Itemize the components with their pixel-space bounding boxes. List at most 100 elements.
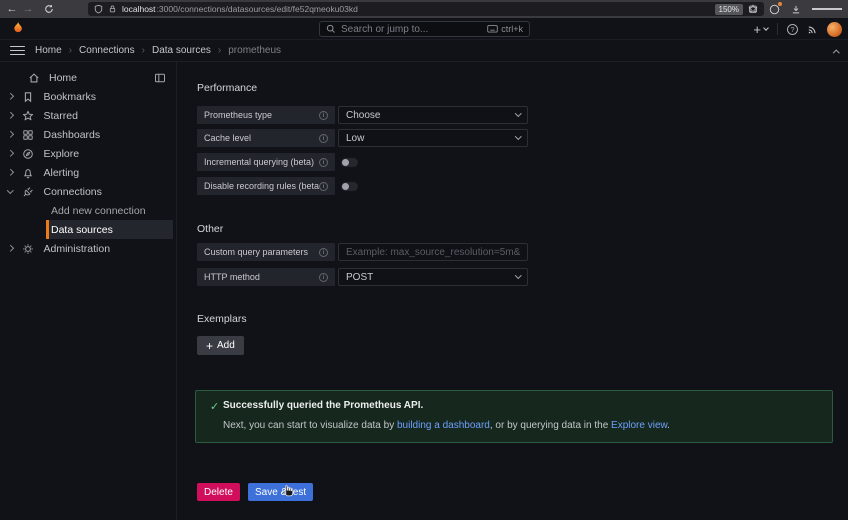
bell-icon: [22, 167, 35, 179]
disable-recording-rules-toggle[interactable]: [341, 182, 358, 191]
search-placeholder: Search or jump to...: [341, 24, 482, 35]
sidebar-item-explore[interactable]: Explore: [0, 144, 176, 163]
page-header: Home › Connections › Data sources › prom…: [0, 40, 848, 62]
alert-body: Next, you can start to visualize data by…: [223, 420, 670, 431]
save-and-test-button[interactable]: Save & test: [248, 483, 313, 501]
sidebar-item-data-sources[interactable]: Data sources: [0, 220, 176, 239]
extensions-icon[interactable]: [748, 4, 758, 14]
field-row-prometheus-type: Prometheus type i Choose: [197, 106, 528, 124]
chevron-down-icon: [515, 110, 521, 116]
custom-query-parameters-label: Custom query parameters i: [197, 243, 335, 261]
chevron-right-icon[interactable]: [7, 93, 13, 99]
info-icon[interactable]: i: [319, 182, 328, 191]
divider: [777, 23, 778, 35]
chevron-right-icon[interactable]: [7, 131, 13, 137]
cache-level-select[interactable]: Low: [338, 129, 528, 147]
browser-action-icons: [748, 0, 842, 18]
http-method-select[interactable]: POST: [338, 268, 528, 286]
topnav-right: + ?: [753, 18, 842, 40]
sidebar-item-home[interactable]: Home: [0, 68, 176, 87]
dock-sidebar-icon[interactable]: [154, 72, 166, 84]
building-a-dashboard-link[interactable]: building a dashboard: [397, 420, 490, 431]
incremental-querying-toggle[interactable]: [341, 158, 358, 167]
prometheus-type-label: Prometheus type i: [197, 106, 335, 124]
explore-view-link[interactable]: Explore view: [611, 420, 667, 431]
search-input[interactable]: Search or jump to... ctrl+k: [319, 21, 530, 37]
chevron-down-icon: [515, 133, 521, 139]
grafana-logo[interactable]: [10, 21, 26, 37]
info-icon[interactable]: i: [319, 134, 328, 143]
field-row-incremental-querying: Incremental querying (beta) i: [197, 153, 528, 171]
chevron-right-icon[interactable]: [7, 245, 13, 251]
user-avatar[interactable]: [827, 22, 842, 37]
lock-icon[interactable]: [108, 4, 117, 14]
dashboards-grid-icon: [22, 129, 35, 141]
prometheus-type-select[interactable]: Choose: [338, 106, 528, 124]
breadcrumb-connections[interactable]: Connections: [79, 45, 135, 56]
chevron-up-icon[interactable]: [833, 50, 839, 56]
bookmark-icon: [22, 91, 35, 103]
breadcrumb-home[interactable]: Home: [35, 45, 62, 56]
chevron-down-icon: [515, 272, 521, 278]
plug-icon: [22, 186, 35, 198]
screen: ← → localhost :3000/connections/datasour…: [0, 0, 848, 520]
breadcrumb: Home › Connections › Data sources › prom…: [35, 45, 281, 56]
chevron-right-icon[interactable]: [7, 169, 13, 175]
news-rss-icon[interactable]: [807, 24, 818, 35]
browser-toolbar: ← → localhost :3000/connections/datasour…: [0, 0, 848, 18]
other-section-title: Other: [197, 223, 223, 235]
mega-menu-toggle-icon[interactable]: [10, 43, 26, 57]
field-row-custom-query-parameters: Custom query parameters i: [197, 243, 528, 261]
chevron-down-icon: [763, 25, 769, 31]
custom-query-parameters-input[interactable]: [346, 247, 520, 258]
sidebar-item-bookmarks[interactable]: Bookmarks: [0, 87, 176, 106]
field-row-disable-recording-rules: Disable recording rules (beta) i: [197, 177, 528, 195]
gear-icon: [22, 243, 35, 255]
chevron-right-icon[interactable]: [7, 112, 13, 118]
info-icon[interactable]: i: [319, 273, 328, 282]
plus-icon: +: [206, 340, 213, 352]
delete-button[interactable]: Delete: [197, 483, 240, 501]
sidebar-item-starred[interactable]: Starred: [0, 106, 176, 125]
exemplars-section-title: Exemplars: [197, 313, 247, 325]
alert-title: Successfully queried the Prometheus API.: [223, 400, 423, 411]
add-exemplar-button[interactable]: + Add: [197, 336, 244, 355]
success-alert: ✓ Successfully queried the Prometheus AP…: [195, 390, 833, 443]
custom-query-parameters-input-wrap: [338, 243, 528, 261]
http-method-label: HTTP method i: [197, 268, 335, 286]
incremental-querying-label: Incremental querying (beta) i: [197, 153, 335, 171]
info-icon[interactable]: i: [319, 248, 328, 257]
new-menu-button[interactable]: +: [753, 23, 768, 36]
shield-icon[interactable]: [94, 4, 103, 14]
account-icon[interactable]: [769, 4, 780, 15]
sidebar-item-administration[interactable]: Administration: [0, 239, 176, 258]
browser-url-bar[interactable]: localhost :3000/connections/datasources/…: [88, 2, 764, 16]
info-icon[interactable]: i: [319, 158, 328, 167]
sidebar: Home Bookmarks Starred: [0, 62, 177, 520]
disable-recording-rules-label: Disable recording rules (beta) i: [197, 177, 335, 195]
url-path: :3000/connections/datasources/edit/fe52q…: [157, 4, 358, 14]
datasource-settings-main: Performance Prometheus type i Choose Cac…: [177, 62, 848, 520]
info-icon[interactable]: i: [319, 111, 328, 120]
grafana-topnav: Search or jump to... ctrl+k + ?: [0, 18, 848, 40]
sidebar-item-alerting[interactable]: Alerting: [0, 163, 176, 182]
plus-icon: +: [753, 23, 761, 36]
downloads-icon[interactable]: [791, 4, 801, 15]
browser-back-icon[interactable]: ←: [4, 0, 20, 18]
breadcrumb-current: prometheus: [228, 45, 281, 56]
breadcrumb-data-sources[interactable]: Data sources: [152, 45, 211, 56]
check-icon: ✓: [210, 400, 219, 413]
browser-reload-icon[interactable]: [44, 4, 54, 14]
browser-forward-icon[interactable]: →: [20, 0, 36, 18]
sidebar-item-dashboards[interactable]: Dashboards: [0, 125, 176, 144]
chevron-down-icon[interactable]: [7, 187, 13, 193]
app-menu-icon[interactable]: [812, 6, 842, 11]
help-icon[interactable]: ?: [787, 24, 798, 35]
sidebar-item-add-new-connection[interactable]: Add new connection: [0, 201, 176, 220]
search-icon: [326, 24, 336, 34]
page-zoom-badge[interactable]: 150%: [715, 4, 743, 15]
notification-badge: [778, 2, 782, 6]
sidebar-item-connections[interactable]: Connections: [0, 182, 176, 201]
chevron-right-icon[interactable]: [7, 150, 13, 156]
field-row-cache-level: Cache level i Low: [197, 129, 528, 147]
